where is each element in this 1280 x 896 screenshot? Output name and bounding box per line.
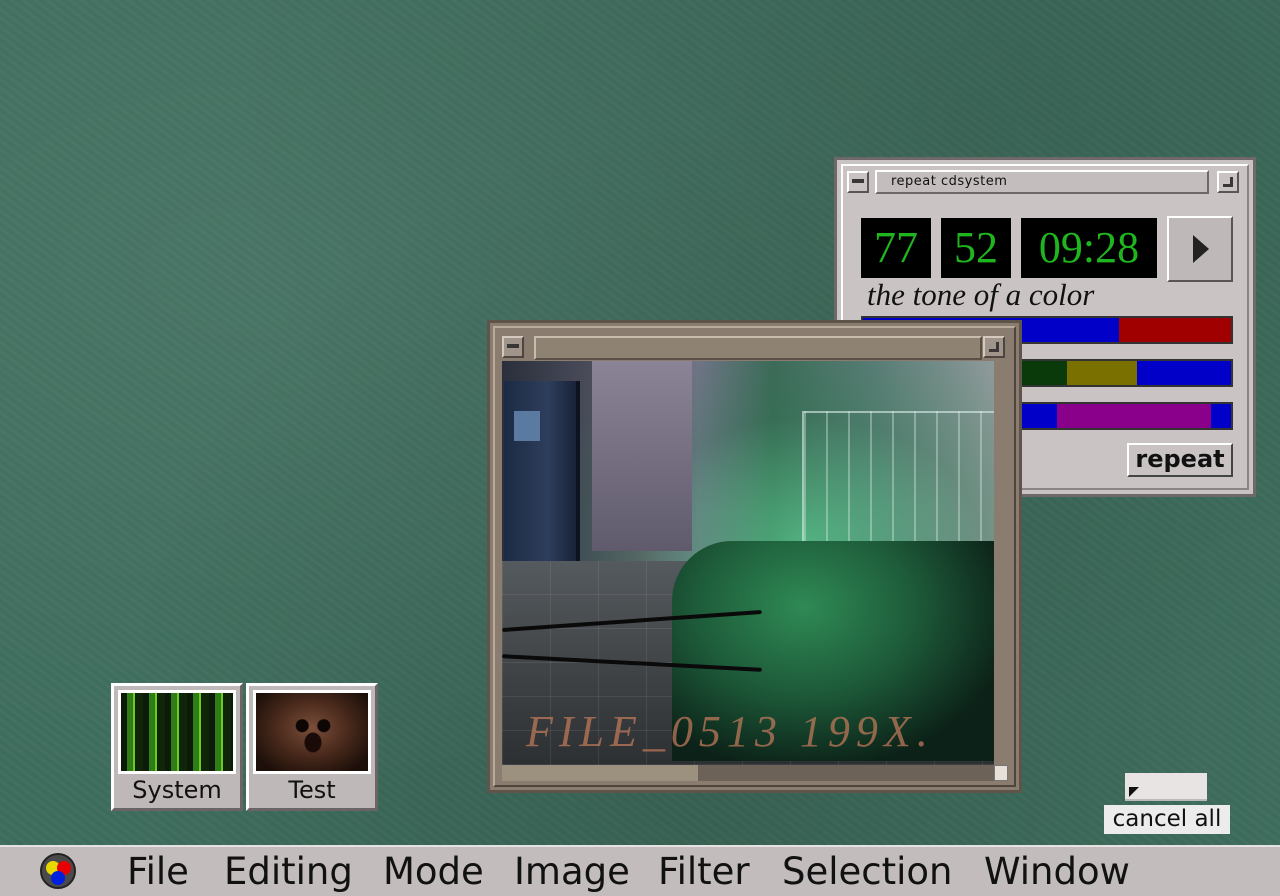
video-window-close-button[interactable] [502, 336, 524, 358]
track-number-display: 77 [861, 218, 931, 278]
menu-editing[interactable]: Editing [224, 849, 353, 895]
cd-window-titlebar[interactable]: repeat cdsystem [875, 170, 1209, 194]
test-thumbnail-icon [253, 690, 371, 774]
menu-mode[interactable]: Mode [383, 849, 484, 895]
system-thumbnail-icon [118, 690, 236, 774]
cancel-progress-field [1125, 773, 1207, 801]
menu-bar: File Editing Mode Image Filter Selection… [0, 845, 1280, 896]
desktop-icon-system[interactable]: System [111, 683, 243, 811]
video-shelving [802, 411, 994, 545]
video-window: FILE_0513 199X. [487, 320, 1022, 793]
system-logo-icon[interactable] [40, 853, 76, 889]
time-display: 09:28 [1021, 218, 1157, 278]
tone-label: the tone of a color [867, 277, 1095, 312]
video-window-titlebar[interactable] [534, 336, 982, 360]
index-number-display: 52 [941, 218, 1011, 278]
menu-image[interactable]: Image [514, 849, 630, 895]
desktop-icon-label: System [132, 776, 222, 804]
desktop-icon-test[interactable]: Test [246, 683, 378, 811]
menu-selection[interactable]: Selection [782, 849, 953, 895]
cd-window-title: repeat cdsystem [891, 174, 1008, 189]
cancel-all-button[interactable]: cancel all [1104, 805, 1230, 834]
play-button[interactable] [1167, 216, 1233, 282]
color-segment [1056, 404, 1212, 428]
scrollbar-thumb[interactable] [502, 765, 698, 781]
minimize-dash-icon [507, 344, 519, 348]
video-caption: FILE_0513 199X. [526, 707, 934, 756]
video-vertical-scrollbar[interactable] [994, 361, 1008, 765]
desktop-icon-label: Test [288, 776, 336, 804]
color-segment [1067, 361, 1137, 385]
play-triangle-icon [1193, 235, 1209, 263]
video-frame[interactable]: FILE_0513 199X. [502, 361, 994, 765]
cd-window-close-button[interactable] [847, 171, 869, 193]
video-wall [592, 361, 692, 551]
color-segment [1136, 361, 1231, 385]
repeat-button[interactable]: repeat [1127, 443, 1233, 477]
cursor-arrow-icon [1129, 787, 1139, 797]
video-horizontal-scrollbar[interactable] [502, 765, 994, 781]
color-segment [1211, 404, 1231, 428]
video-window-zoom-button[interactable] [983, 336, 1005, 358]
cd-window-zoom-button[interactable] [1217, 171, 1239, 193]
zoom-box-icon [989, 342, 999, 352]
menu-window[interactable]: Window [984, 849, 1130, 895]
menu-filter[interactable]: Filter [658, 849, 750, 895]
color-segment [1119, 318, 1231, 342]
resize-handle[interactable] [994, 765, 1008, 781]
minimize-dash-icon [852, 179, 864, 183]
zoom-box-icon [1223, 177, 1233, 187]
menu-file[interactable]: File [127, 849, 189, 895]
video-door [504, 381, 580, 561]
